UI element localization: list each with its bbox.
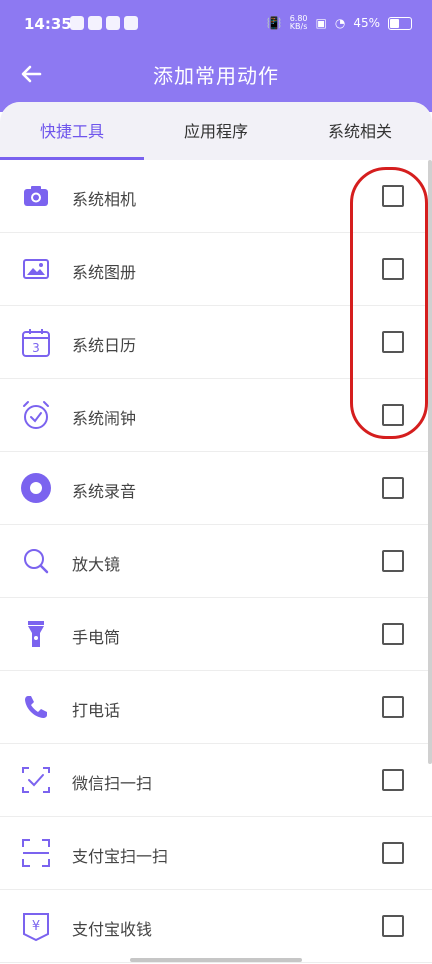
item-checkbox[interactable] — [382, 769, 404, 791]
item-label: 打电话 — [72, 701, 121, 720]
status-bar: 14:35 📳 6.80 KB/s ▣ ◔ 45% — [0, 0, 432, 52]
item-label: 系统图册 — [72, 263, 137, 282]
item-label: 放大镜 — [72, 555, 121, 574]
item-checkbox[interactable] — [382, 477, 404, 499]
alipay-scan-icon — [22, 839, 50, 867]
network-speed: 6.80 KB/s — [289, 14, 308, 31]
status-time: 14:35 — [24, 15, 72, 33]
item-checkbox[interactable] — [382, 915, 404, 937]
battery-icon — [388, 16, 412, 30]
battery-percent: 45% — [353, 16, 380, 30]
list-item[interactable]: 微信扫一扫 — [0, 744, 432, 817]
item-checkbox[interactable] — [382, 696, 404, 718]
camera-icon — [24, 186, 48, 206]
vibrate-icon: 📳 — [266, 16, 282, 30]
tab-bar: 快捷工具 应用程序 系统相关 — [0, 102, 432, 160]
sim-icon: ▣ — [315, 16, 327, 30]
tab-apps[interactable]: 应用程序 — [144, 102, 288, 160]
alarm-icon — [23, 401, 49, 429]
item-label: 支付宝收钱 — [72, 920, 153, 939]
item-checkbox[interactable] — [382, 550, 404, 572]
status-right: 📳 6.80 KB/s ▣ ◔ 45% — [267, 15, 412, 31]
notification-app-icon — [88, 16, 102, 30]
wechat-scan-icon — [22, 767, 50, 793]
item-label: 系统日历 — [72, 336, 137, 355]
alipay-receive-icon: ¥ — [23, 913, 49, 942]
list-item[interactable]: ¥ 支付宝收钱 — [0, 890, 432, 963]
list-item[interactable]: 系统录音 — [0, 452, 432, 525]
list-item[interactable]: 支付宝扫一扫 — [0, 817, 432, 890]
page-title: 添加常用动作 — [153, 64, 279, 88]
item-label: 手电筒 — [72, 628, 121, 647]
svg-text:3: 3 — [32, 341, 40, 355]
tab-system[interactable]: 系统相关 — [288, 102, 432, 160]
magnifier-icon — [24, 549, 49, 574]
notification-app-icon — [70, 16, 84, 30]
notification-icons — [70, 16, 138, 30]
item-label: 微信扫一扫 — [72, 774, 153, 793]
scrollbar[interactable] — [428, 160, 432, 764]
list-item[interactable]: 放大镜 — [0, 525, 432, 598]
tab-quick-tools[interactable]: 快捷工具 — [0, 102, 144, 160]
notification-app-icon — [106, 16, 120, 30]
annotation-highlight — [350, 167, 428, 439]
list-item[interactable]: 打电话 — [0, 671, 432, 744]
calendar-icon: 3 — [22, 329, 50, 357]
gallery-icon — [23, 259, 49, 279]
item-checkbox[interactable] — [382, 623, 404, 645]
item-label: 系统相机 — [72, 190, 137, 209]
item-label: 系统闹钟 — [72, 409, 137, 428]
item-label: 支付宝扫一扫 — [72, 847, 169, 866]
list-item[interactable]: 手电筒 — [0, 598, 432, 671]
item-label: 系统录音 — [72, 482, 137, 501]
item-checkbox[interactable] — [382, 842, 404, 864]
top-bar: 14:35 📳 6.80 KB/s ▣ ◔ 45% 添加常用动作 — [0, 0, 432, 112]
notification-app-icon — [124, 16, 138, 30]
svg-text:¥: ¥ — [32, 919, 40, 934]
app-header: 添加常用动作 — [0, 52, 432, 96]
home-indicator[interactable] — [130, 958, 302, 962]
wifi-icon: ◔ — [334, 16, 346, 30]
flashlight-icon — [28, 621, 44, 647]
phone-icon — [25, 696, 47, 718]
recorder-icon — [21, 473, 51, 503]
